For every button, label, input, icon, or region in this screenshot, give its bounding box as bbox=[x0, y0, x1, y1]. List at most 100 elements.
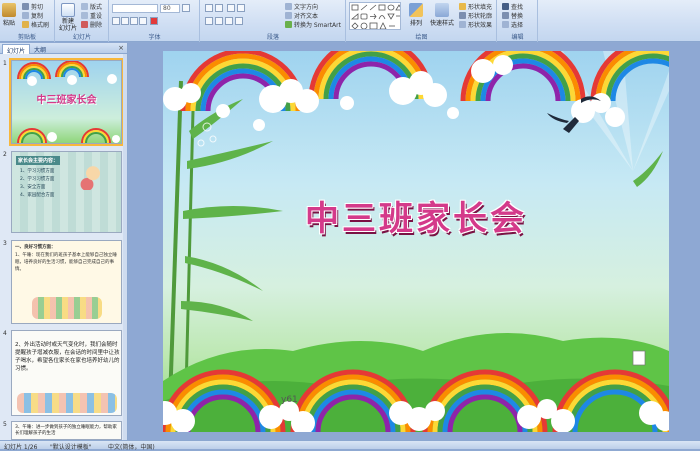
pen-icon bbox=[459, 12, 466, 19]
quick-styles-icon bbox=[435, 3, 449, 17]
decrease-indent-icon[interactable] bbox=[227, 4, 235, 12]
arrange-button[interactable]: 排列 bbox=[407, 3, 425, 27]
slide-background-art bbox=[163, 51, 669, 432]
replace-button[interactable]: 替换 bbox=[502, 11, 523, 20]
slides-pane: 幻灯片 大纲 × 1 中三班家长会 2 家长会主要内容： 1、学习习惯方面 2、… bbox=[0, 43, 128, 440]
find-button[interactable]: 查找 bbox=[502, 2, 523, 11]
close-icon[interactable]: × bbox=[118, 44, 124, 52]
format-painter-button[interactable]: 格式刷 bbox=[22, 20, 49, 29]
ribbon: 粘贴 剪切 复制 格式刷 剪贴板 新建 幻灯片 版式 重设 删除 幻灯片 80 … bbox=[0, 0, 700, 42]
thumbnail-body: 2、外出活动时或天气变化时，我们会随时提醒孩子增减衣服，在会话的时间里中让孩子喝… bbox=[15, 342, 120, 372]
strikethrough-icon[interactable] bbox=[139, 17, 147, 25]
slide-thumbnail-1[interactable]: 中三班家长会 bbox=[9, 58, 124, 146]
shape-fill-button[interactable]: 形状填充 bbox=[459, 2, 492, 11]
binoculars-icon bbox=[502, 3, 509, 10]
delete-slide-button[interactable]: 删除 bbox=[81, 20, 102, 29]
text-direction-button[interactable]: 文字方向 bbox=[285, 2, 318, 11]
kids-illustration bbox=[17, 393, 117, 413]
language-indicator: 中文(简体，中国) bbox=[108, 444, 155, 451]
italic-icon[interactable] bbox=[121, 17, 129, 25]
paragraph-group: 文字方向 对齐文本 转换为 SmartArt 段落 bbox=[201, 0, 346, 42]
thumbnail-title: 中三班家长会 bbox=[36, 95, 97, 106]
pane-scrollbar[interactable] bbox=[123, 54, 127, 440]
align-right-icon[interactable] bbox=[225, 17, 233, 25]
align-left-icon[interactable] bbox=[205, 17, 213, 25]
copy-button[interactable]: 复制 bbox=[22, 11, 43, 20]
numbering-icon[interactable] bbox=[215, 4, 223, 12]
paint-bucket-icon bbox=[459, 3, 466, 10]
shapes-gallery[interactable] bbox=[349, 2, 401, 30]
shape-effects-label: 形状效果 bbox=[468, 22, 493, 29]
cut-button[interactable]: 剪切 bbox=[22, 2, 43, 11]
font-size-combo[interactable]: 80 bbox=[160, 4, 180, 13]
shape-effects-button[interactable]: 形状效果 bbox=[459, 20, 492, 29]
slides-group: 新建 幻灯片 版式 重设 删除 幻灯片 bbox=[56, 0, 109, 42]
format-painter-label: 格式刷 bbox=[31, 22, 50, 29]
drawing-group: 排列 快速样式 形状填充 形状轮廓 形状效果 绘图 bbox=[347, 0, 497, 42]
layout-button[interactable]: 版式 bbox=[81, 2, 102, 11]
reset-icon bbox=[81, 12, 88, 19]
delete-label: 删除 bbox=[90, 22, 103, 29]
font-color-icon[interactable] bbox=[150, 17, 158, 25]
effects-icon bbox=[459, 21, 466, 28]
find-label: 查找 bbox=[511, 4, 524, 11]
grow-font-icon[interactable] bbox=[182, 4, 190, 12]
thumbnail-item: 3、安全方面 bbox=[20, 185, 46, 190]
slide-title[interactable]: 中三班家长会 bbox=[163, 191, 669, 240]
scissors-icon bbox=[22, 3, 29, 10]
tab-outline[interactable]: 大纲 bbox=[30, 44, 50, 54]
font-group: 80 字体 bbox=[110, 0, 200, 42]
copy-label: 复制 bbox=[31, 13, 44, 20]
slide-thumbnail-4[interactable]: 2、外出活动时或天气变化时，我们会随时提醒孩子增减衣服，在会话的时间里中让孩子喝… bbox=[11, 330, 122, 416]
increase-indent-icon[interactable] bbox=[237, 4, 245, 12]
shape-outline-button[interactable]: 形状轮廓 bbox=[459, 11, 492, 20]
shape-outline-label: 形状轮廓 bbox=[468, 13, 493, 20]
slide-thumbnail-5[interactable]: 3、午睡：进一步做到孩子的独立睡眠能力，帮助家长们理解孩子的生活 bbox=[11, 421, 122, 440]
thumbnail-item: 1、学习习惯方面 bbox=[20, 169, 55, 174]
justify-icon[interactable] bbox=[235, 17, 243, 25]
bullets-icon[interactable] bbox=[205, 4, 213, 12]
arrange-label: 排列 bbox=[409, 20, 422, 27]
reset-label: 重设 bbox=[90, 13, 103, 20]
layout-icon bbox=[81, 3, 88, 10]
slide-editor: 中三班家长会 y61 bbox=[129, 43, 700, 440]
tab-slides[interactable]: 幻灯片 bbox=[2, 44, 31, 55]
delete-icon bbox=[81, 21, 88, 28]
thumbnail-heading: 一、良好习惯方面： bbox=[15, 245, 56, 250]
bold-icon[interactable] bbox=[112, 17, 120, 25]
smartart-icon bbox=[285, 21, 292, 28]
new-slide-label: 新建 幻灯片 bbox=[58, 18, 77, 32]
slide-number: 1 bbox=[3, 60, 7, 67]
arrange-icon bbox=[409, 3, 423, 17]
status-bar: 幻灯片 1/26 "默认设计模板" 中文(简体，中国) bbox=[0, 440, 700, 451]
align-center-icon[interactable] bbox=[215, 17, 223, 25]
thumbnail-heading: 家长会主要内容： bbox=[16, 156, 61, 165]
paste-button[interactable]: 粘贴 bbox=[2, 3, 16, 27]
theme-name: "默认设计模板" bbox=[50, 444, 92, 451]
copy-icon bbox=[22, 12, 29, 19]
underline-icon[interactable] bbox=[130, 17, 138, 25]
reset-button[interactable]: 重设 bbox=[81, 11, 102, 20]
quick-styles-button[interactable]: 快速样式 bbox=[429, 3, 455, 27]
smartart-button[interactable]: 转换为 SmartArt bbox=[285, 20, 341, 29]
shape-fill-label: 形状填充 bbox=[468, 4, 493, 11]
align-text-icon bbox=[285, 12, 292, 19]
font-group-label: 字体 bbox=[148, 34, 161, 41]
new-slide-button[interactable]: 新建 幻灯片 bbox=[58, 3, 78, 32]
align-text-button[interactable]: 对齐文本 bbox=[285, 11, 318, 20]
slide-canvas[interactable]: 中三班家长会 y61 bbox=[163, 51, 669, 432]
brush-icon bbox=[22, 21, 29, 28]
slide-number: 2 bbox=[3, 151, 7, 158]
align-text-label: 对齐文本 bbox=[294, 13, 319, 20]
thumbnail-body: 1、午睡：现在我们的班孩子基本上能够自己独立睡眠，培养良好的生活习惯，能够自己完… bbox=[15, 253, 117, 272]
slide-thumbnail-2[interactable]: 家长会主要内容： 1、学习习惯方面 2、学习习惯方面 3、安全方面 4、家园配合… bbox=[11, 151, 122, 233]
new-slide-icon bbox=[61, 3, 75, 17]
font-name-combo[interactable] bbox=[112, 4, 158, 13]
slide-number: 3 bbox=[3, 240, 7, 247]
slide-number: 5 bbox=[3, 421, 7, 428]
pane-tabs: 幻灯片 大纲 × bbox=[0, 43, 127, 55]
cut-label: 剪切 bbox=[31, 4, 44, 11]
cursor-icon bbox=[502, 21, 509, 28]
select-button[interactable]: 选择 bbox=[502, 20, 523, 29]
slide-thumbnail-3[interactable]: 一、良好习惯方面： 1、午睡：现在我们的班孩子基本上能够自己独立睡眠，培养良好的… bbox=[11, 240, 122, 324]
